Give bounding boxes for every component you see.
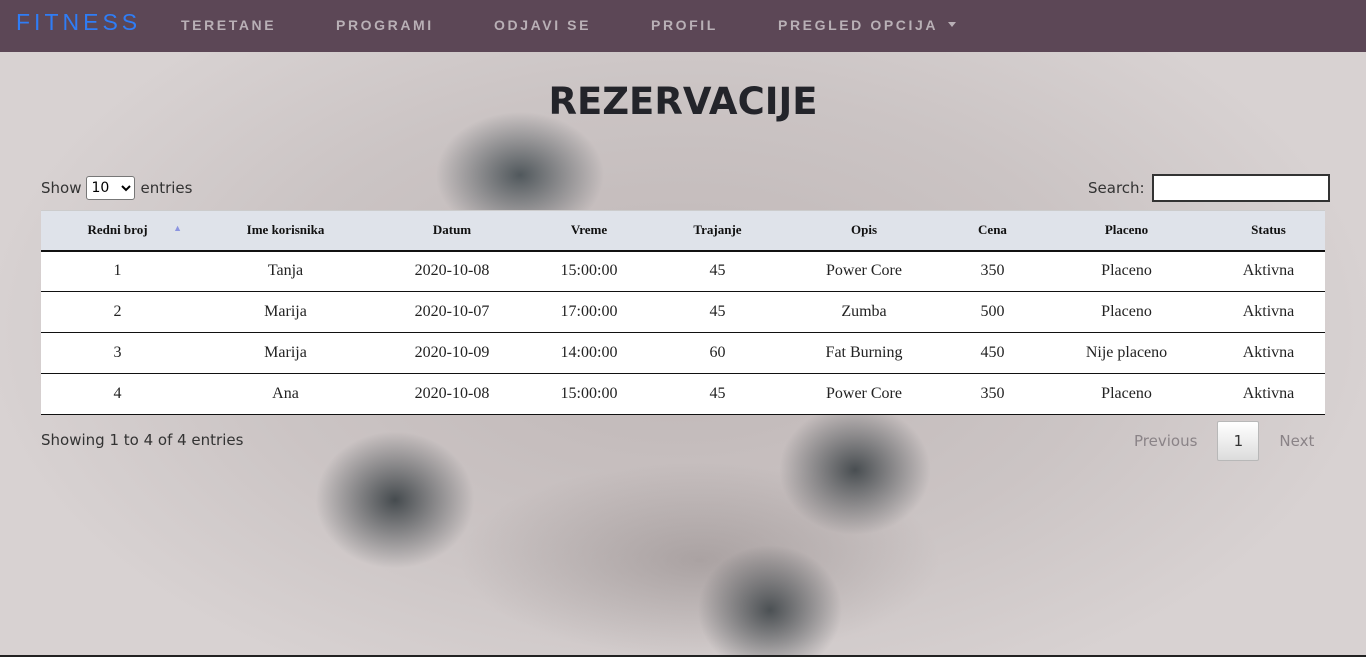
cell-placeno: Placeno bbox=[1041, 373, 1212, 415]
cell-opis: Power Core bbox=[784, 250, 944, 292]
cell-ime-korisnika: Marija bbox=[194, 332, 377, 374]
cell-trajanje: 45 bbox=[651, 291, 784, 333]
sort-ascending-icon: ▲ bbox=[173, 223, 182, 233]
table-info: Showing 1 to 4 of 4 entries bbox=[41, 431, 244, 449]
column-header-vreme[interactable]: Vreme bbox=[527, 210, 651, 252]
cell-ime-korisnika: Marija bbox=[194, 291, 377, 333]
cell-cena: 350 bbox=[944, 373, 1041, 415]
cell-datum: 2020-10-07 bbox=[377, 291, 527, 333]
cell-vreme: 14:00:00 bbox=[527, 332, 651, 374]
cell-redni-broj: 4 bbox=[41, 373, 194, 415]
cell-placeno: Placeno bbox=[1041, 291, 1212, 333]
reservations-table: Redni broj ▲ Ime korisnika Datum Vreme Tr… bbox=[41, 210, 1325, 415]
cell-ime-korisnika: Ana bbox=[194, 373, 377, 415]
cell-trajanje: 60 bbox=[651, 332, 784, 374]
cell-vreme: 15:00:00 bbox=[527, 373, 651, 415]
table-row: 3 Marija 2020-10-09 14:00:00 60 Fat Burn… bbox=[41, 332, 1325, 374]
cell-datum: 2020-10-08 bbox=[377, 250, 527, 292]
table-header-row: Redni broj ▲ Ime korisnika Datum Vreme Tr… bbox=[41, 210, 1325, 252]
entries-label: entries bbox=[140, 179, 193, 197]
column-header-cena[interactable]: Cena bbox=[944, 210, 1041, 252]
show-label: Show bbox=[41, 179, 82, 197]
cell-status: Aktivna bbox=[1212, 373, 1325, 415]
cell-placeno: Nije placeno bbox=[1041, 332, 1212, 374]
cell-status: Aktivna bbox=[1212, 291, 1325, 333]
cell-redni-broj: 3 bbox=[41, 332, 194, 374]
nav-dropdown-label: PREGLED OPCIJA bbox=[778, 17, 939, 33]
page-length-select[interactable]: 10 bbox=[86, 176, 136, 200]
cell-opis: Zumba bbox=[784, 291, 944, 333]
navbar: FITNESS TERETANE PROGRAMI ODJAVI SE PROF… bbox=[0, 0, 1366, 52]
nav-link-programi[interactable]: PROGRAMI bbox=[336, 17, 434, 33]
cell-status: Aktivna bbox=[1212, 250, 1325, 292]
table-row: 2 Marija 2020-10-07 17:00:00 45 Zumba 50… bbox=[41, 291, 1325, 333]
brand-logo[interactable]: FITNESS bbox=[16, 9, 141, 36]
cell-trajanje: 45 bbox=[651, 373, 784, 415]
cell-opis: Power Core bbox=[784, 373, 944, 415]
cell-ime-korisnika: Tanja bbox=[194, 250, 377, 292]
next-page-button[interactable]: Next bbox=[1279, 432, 1314, 450]
page-button-current[interactable]: 1 bbox=[1217, 421, 1260, 461]
search-input[interactable] bbox=[1151, 174, 1330, 202]
cell-placeno: Placeno bbox=[1041, 250, 1212, 292]
nav-link-profil[interactable]: PROFIL bbox=[651, 17, 718, 33]
cell-vreme: 17:00:00 bbox=[527, 291, 651, 333]
cell-vreme: 15:00:00 bbox=[527, 250, 651, 292]
column-header-trajanje[interactable]: Trajanje bbox=[651, 210, 784, 252]
column-header-label: Redni broj bbox=[87, 222, 148, 238]
cell-trajanje: 45 bbox=[651, 250, 784, 292]
column-header-redni-broj[interactable]: Redni broj ▲ bbox=[41, 210, 194, 252]
page-title: REZERVACIJE bbox=[548, 80, 818, 123]
nav-dropdown-pregled-opcija[interactable]: PREGLED OPCIJA bbox=[778, 17, 957, 33]
cell-cena: 450 bbox=[944, 332, 1041, 374]
table-row: 1 Tanja 2020-10-08 15:00:00 45 Power Cor… bbox=[41, 250, 1325, 292]
cell-redni-broj: 1 bbox=[41, 250, 194, 292]
cell-cena: 350 bbox=[944, 250, 1041, 292]
nav-link-teretane[interactable]: TERETANE bbox=[181, 17, 276, 33]
cell-status: Aktivna bbox=[1212, 332, 1325, 374]
column-header-placeno[interactable]: Placeno bbox=[1041, 210, 1212, 252]
pagination: Previous 1 Next bbox=[1120, 421, 1314, 461]
search-control: Search: bbox=[1088, 174, 1330, 202]
cell-cena: 500 bbox=[944, 291, 1041, 333]
column-header-datum[interactable]: Datum bbox=[377, 210, 527, 252]
cell-datum: 2020-10-09 bbox=[377, 332, 527, 374]
table-row: 4 Ana 2020-10-08 15:00:00 45 Power Core … bbox=[41, 373, 1325, 415]
cell-opis: Fat Burning bbox=[784, 332, 944, 374]
search-label: Search: bbox=[1088, 179, 1145, 197]
cell-redni-broj: 2 bbox=[41, 291, 194, 333]
page-length-control: Show 10 entries bbox=[41, 176, 192, 200]
nav-link-odjavi-se[interactable]: ODJAVI SE bbox=[494, 17, 591, 33]
caret-down-icon bbox=[948, 22, 957, 27]
previous-page-button[interactable]: Previous bbox=[1134, 432, 1197, 450]
column-header-status[interactable]: Status bbox=[1212, 210, 1325, 252]
column-header-opis[interactable]: Opis bbox=[784, 210, 944, 252]
cell-datum: 2020-10-08 bbox=[377, 373, 527, 415]
column-header-ime-korisnika[interactable]: Ime korisnika bbox=[194, 210, 377, 252]
